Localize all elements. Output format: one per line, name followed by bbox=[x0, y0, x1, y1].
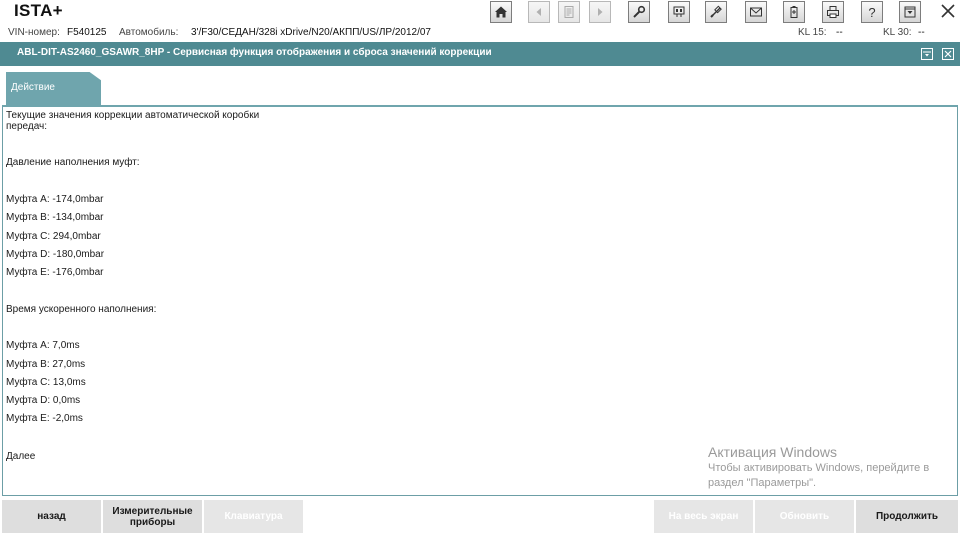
instruments-button[interactable]: Измерительные приборы bbox=[103, 500, 202, 533]
list-item: Муфта E: -2,0ms bbox=[6, 413, 83, 424]
kl15-label: KL 15: bbox=[798, 27, 827, 38]
kl30-value: -- bbox=[918, 27, 925, 38]
vin-label: VIN-номер: bbox=[8, 27, 60, 38]
back-button[interactable]: назад bbox=[2, 500, 101, 533]
list-item: Муфта E: -176,0mbar bbox=[6, 267, 104, 278]
content-panel: Текущие значения коррекции автоматическо… bbox=[2, 105, 958, 496]
app-title: ISTA+ bbox=[14, 1, 63, 20]
list-item: Муфта C: 294,0mbar bbox=[6, 231, 101, 242]
list-item: Муфта C: 13,0ms bbox=[6, 377, 86, 388]
function-title-bar: ABL-DIT-AS2460_GSAWR_8HP - Сервисная фун… bbox=[0, 42, 960, 66]
print-icon[interactable] bbox=[822, 1, 844, 23]
instruments-button-label-2: приборы bbox=[129, 516, 176, 528]
instruments-button-label-1: Измерительные bbox=[112, 505, 193, 517]
kl30-label: KL 30: bbox=[883, 27, 912, 38]
list-item: Муфта D: 0,0ms bbox=[6, 395, 81, 406]
kl15-value: -- bbox=[836, 27, 843, 38]
back-icon[interactable] bbox=[528, 1, 550, 23]
plug-icon[interactable] bbox=[705, 1, 727, 23]
intro-line-1: Текущие значения коррекции автоматическо… bbox=[6, 110, 260, 121]
activation-watermark-line-2: раздел "Параметры". bbox=[708, 477, 817, 489]
list-item: Муфта B: -134,0mbar bbox=[6, 212, 104, 223]
tab-action-label: Действие bbox=[11, 82, 55, 93]
mail-icon[interactable] bbox=[745, 1, 767, 23]
fullscreen-button[interactable]: На весь экран bbox=[654, 500, 753, 533]
fast-fill-heading: Время ускоренного наполнения: bbox=[6, 304, 157, 315]
svg-text:?: ? bbox=[868, 5, 875, 19]
wrench-icon[interactable] bbox=[628, 1, 650, 23]
continue-button[interactable]: Продолжить bbox=[856, 500, 958, 533]
document-icon[interactable] bbox=[558, 1, 580, 23]
home-icon[interactable] bbox=[490, 1, 512, 23]
intro-line-2: передач: bbox=[6, 121, 48, 132]
refresh-button[interactable]: Обновить bbox=[755, 500, 854, 533]
keyboard-button[interactable]: Клавиатура bbox=[204, 500, 303, 533]
next-label: Далее bbox=[6, 451, 36, 462]
close-panel-icon[interactable] bbox=[942, 48, 954, 60]
vin-value: F540125 bbox=[67, 27, 107, 38]
activation-watermark-line-1: Чтобы активировать Windows, перейдите в bbox=[708, 462, 930, 474]
vehicle-info-bar: VIN-номер: F540125 Автомобиль: 3'/F30/СЕ… bbox=[0, 25, 960, 41]
car-value: 3'/F30/СЕДАН/328i xDrive/N20/АКПП/US/ЛР/… bbox=[191, 27, 431, 38]
minimize-panel-icon[interactable] bbox=[921, 48, 933, 60]
minimize-icon[interactable] bbox=[899, 1, 921, 23]
vehicle-diagnosis-icon[interactable] bbox=[668, 1, 690, 23]
list-item: Муфта B: 27,0ms bbox=[6, 359, 86, 370]
help-icon[interactable]: ? bbox=[861, 1, 883, 23]
tab-action[interactable]: Действие bbox=[6, 72, 101, 105]
battery-icon[interactable] bbox=[783, 1, 805, 23]
close-icon[interactable] bbox=[938, 0, 958, 22]
list-item: Муфта A: 7,0ms bbox=[6, 340, 80, 351]
fill-pressure-heading: Давление наполнения муфт: bbox=[6, 157, 140, 168]
list-item: Муфта D: -180,0mbar bbox=[6, 249, 105, 260]
forward-icon[interactable] bbox=[589, 1, 611, 23]
function-title: ABL-DIT-AS2460_GSAWR_8HP - Сервисная фун… bbox=[17, 47, 492, 58]
car-label: Автомобиль: bbox=[119, 27, 179, 38]
app-header: ISTA+ ? bbox=[0, 0, 960, 24]
activation-watermark-title: Активация Windows bbox=[708, 444, 838, 460]
list-item: Муфта A: -174,0mbar bbox=[6, 194, 104, 205]
